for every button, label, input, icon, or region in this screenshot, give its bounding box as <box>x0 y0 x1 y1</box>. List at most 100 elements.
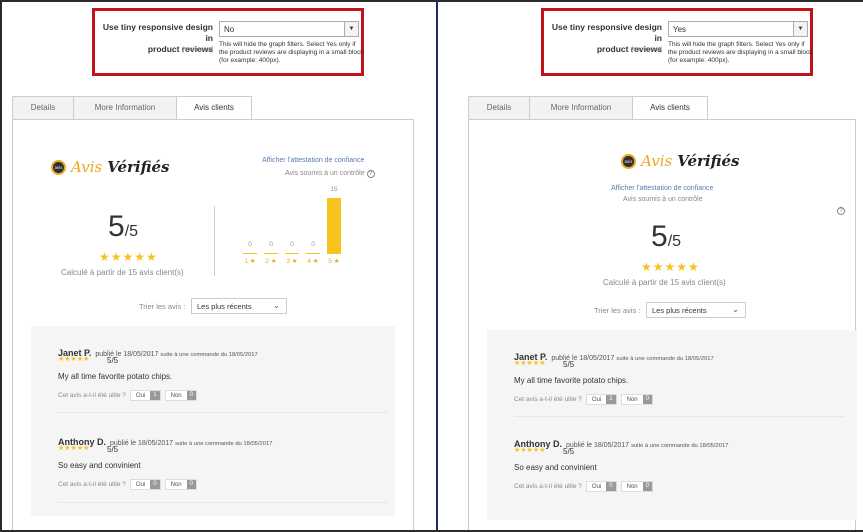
config-label-line1: Use tiny responsive design in <box>551 22 662 43</box>
review-order: suite à une commande du 18/05/2017 <box>160 352 258 358</box>
review-head: Anthony D. publié le 18/05/2017 suite à un… <box>514 434 728 452</box>
tab-content: avis Avis Vérifiés Afficher l'attestatio… <box>12 119 414 530</box>
sort-select[interactable]: Les plus récents ⌄ <box>646 302 746 318</box>
config-scope: [store view] <box>631 47 662 53</box>
triangle-down-icon: ▼ <box>793 22 807 36</box>
logo-avis: Avis <box>71 158 103 176</box>
review-separator <box>58 412 388 413</box>
chevron-down-icon: ⌄ <box>732 305 739 314</box>
select-value: No <box>224 25 235 34</box>
vote-yes-button[interactable]: Oui 0 <box>585 481 617 492</box>
panel-no: Use tiny responsive design in product re… <box>2 2 432 530</box>
panel-yes: Use tiny responsive design in product re… <box>438 2 863 530</box>
review-text: So easy and convinient <box>58 461 141 470</box>
vote-no-count: 0 <box>642 395 652 404</box>
useful-question: Cet avis a-t-il été utile ? <box>58 481 126 488</box>
help-button[interactable]: ? <box>835 207 845 215</box>
bar-baseline <box>285 253 299 254</box>
vote-no-button[interactable]: Non 0 <box>620 394 653 405</box>
vote-yes-button[interactable]: Oui 1 <box>585 394 617 405</box>
tab-more-information[interactable]: More Information <box>73 96 177 120</box>
bar-baseline <box>306 253 320 254</box>
select-value: Yes <box>673 25 687 34</box>
useful-question: Cet avis a-t-il été utile ? <box>514 396 582 403</box>
review-order: suite à une commande du 18/05/2017 <box>175 441 273 447</box>
attestation-link[interactable]: Afficher l'attestation de confiance <box>262 157 364 164</box>
vote-yes-label: Oui <box>135 392 146 399</box>
score-denominator: /5 <box>124 223 139 240</box>
vote-yes-count: 1 <box>150 391 160 400</box>
question-circle-icon: ? <box>837 207 845 215</box>
reviews-list: Janet P. publié le 18/05/2017 suite à une … <box>31 326 395 516</box>
review-useful: Cet avis a-t-il été utile ? Oui 0 Non 0 <box>58 479 197 490</box>
bar-count: 0 <box>290 241 294 248</box>
useful-question: Cet avis a-t-il été utile ? <box>514 483 582 490</box>
vote-no-label: Non <box>170 392 182 399</box>
logo-badge-icon: avis <box>51 159 66 175</box>
logo-avis: Avis <box>641 152 673 170</box>
vote-yes-label: Oui <box>591 396 602 403</box>
review-date: publié le 18/05/2017 <box>551 355 615 362</box>
config-note: This will hide the graph filters. Select… <box>668 41 813 64</box>
vote-yes-button[interactable]: Oui 1 <box>129 390 161 401</box>
review-date: publié le 18/05/2017 <box>95 351 159 358</box>
vote-no-button[interactable]: Non 0 <box>164 479 197 490</box>
calc-text: Calculé à partir de 15 avis client(s) <box>603 278 726 287</box>
bar-category-label[interactable]: 4 ★ <box>304 257 322 265</box>
graph-divider <box>214 206 215 276</box>
score-stars: ★★★★★ <box>99 250 158 264</box>
avis-verifies-logo: avis Avis Vérifiés <box>51 158 170 176</box>
review-stars: ★★★★★ <box>58 444 90 452</box>
bar-category-label[interactable]: 3 ★ <box>283 257 301 265</box>
avis-verifies-logo: avis Avis Vérifiés <box>621 152 740 170</box>
vote-no-label: Non <box>626 396 638 403</box>
attestation-link[interactable]: Afficher l'attestation de confiance <box>611 185 713 192</box>
bar-count: 0 <box>248 241 252 248</box>
bar-category-label[interactable]: 1 ★ <box>241 257 259 265</box>
question-circle-icon[interactable]: ? <box>366 170 375 178</box>
bar-count: 15 <box>330 186 338 193</box>
bar-baseline <box>243 253 257 254</box>
config-box: Use tiny responsive design in product re… <box>92 8 364 76</box>
score-value: 5 <box>651 220 668 253</box>
tab-more-information[interactable]: More Information <box>529 96 633 120</box>
triangle-down-icon: ▼ <box>344 22 358 36</box>
sort-label: Trier les avis : <box>594 306 641 315</box>
tab-avis-clients[interactable]: Avis clients <box>176 96 252 120</box>
tab-avis-clients[interactable]: Avis clients <box>632 96 708 120</box>
rating-graph: 0 1 ★ 0 2 ★ 0 3 ★ 0 4 ★ 15 5 ★ <box>241 186 363 280</box>
sort-label: Trier les avis : <box>139 302 186 311</box>
bar-category-label[interactable]: 5 ★ <box>325 257 343 265</box>
tiny-design-select[interactable]: Yes ▼ <box>668 21 808 37</box>
review-stars: ★★★★★ <box>514 359 546 367</box>
score: 5/5 <box>108 210 138 244</box>
vote-yes-count: 0 <box>606 482 616 491</box>
tab-details[interactable]: Details <box>468 96 530 120</box>
useful-question: Cet avis a-t-il été utile ? <box>58 392 126 399</box>
review-separator <box>58 502 388 503</box>
logo-verifies: Vérifiés <box>677 152 740 170</box>
calc-text: Calculé à partir de 15 avis client(s) <box>61 268 184 277</box>
config-box: Use tiny responsive design in product re… <box>541 8 813 76</box>
review-separator <box>514 416 844 417</box>
bar-category-label[interactable]: 2 ★ <box>262 257 280 265</box>
vote-no-button[interactable]: Non 0 <box>620 481 653 492</box>
tab-details[interactable]: Details <box>12 96 74 120</box>
tiny-design-select[interactable]: No ▼ <box>219 21 359 37</box>
bar[interactable] <box>327 198 341 253</box>
vote-no-count: 0 <box>642 482 652 491</box>
vote-no-button[interactable]: Non 0 <box>164 390 197 401</box>
logo-badge-icon: avis <box>621 153 636 169</box>
vote-yes-button[interactable]: Oui 0 <box>129 479 161 490</box>
review-rating: 5/5 <box>107 445 119 454</box>
vote-no-label: Non <box>626 483 638 490</box>
vote-no-label: Non <box>170 481 182 488</box>
config-scope: [store view] <box>182 47 213 53</box>
sort-select[interactable]: Les plus récents ⌄ <box>191 298 287 314</box>
config-note: This will hide the graph filters. Select… <box>219 41 364 64</box>
review-useful: Cet avis a-t-il été utile ? Oui 1 Non 0 <box>58 390 197 401</box>
bar-baseline <box>327 253 341 254</box>
logo-verifies: Vérifiés <box>107 158 170 176</box>
review-stars: ★★★★★ <box>58 355 90 363</box>
review-order: suite à une commande du 18/05/2017 <box>616 356 714 362</box>
